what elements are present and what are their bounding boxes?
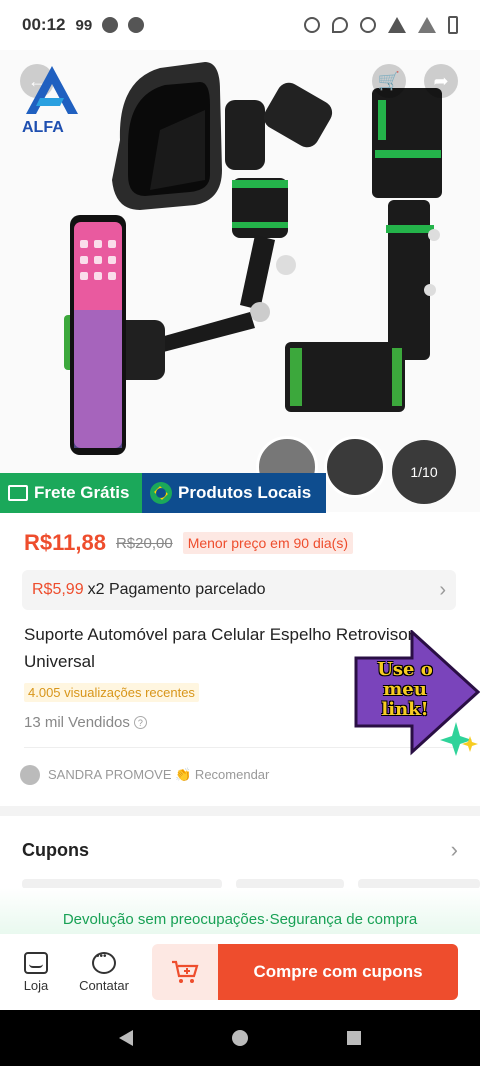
mirror-shape — [112, 62, 222, 210]
use-my-link-sticker[interactable]: Use o meu link! — [352, 630, 480, 760]
original-price: R$20,00 — [115, 534, 173, 552]
buy-with-coupons-label: Compre com cupons — [253, 962, 423, 981]
coupons-row[interactable]: Cupons › — [0, 826, 480, 874]
nav-back-icon[interactable] — [119, 1030, 134, 1046]
wifi-icon — [388, 17, 406, 33]
sold-count-text: 13 mil Vendidos — [24, 714, 130, 731]
recommender-row[interactable]: SANDRA PROMOVE 👏 Recomendar — [20, 765, 269, 785]
installment-price: R$5,99 — [32, 581, 84, 598]
store-icon — [24, 951, 48, 974]
app-notification-icon — [128, 17, 145, 33]
thumbnail-counter[interactable]: 1/10 — [392, 440, 456, 504]
info-icon[interactable]: ? — [133, 716, 147, 729]
cart-button[interactable]: 🛒 — [372, 64, 406, 98]
notification-count: 99 — [75, 16, 93, 34]
bottom-action-bar: Loja Contatar Compre com cupons — [0, 934, 480, 1010]
guarantee-banner: Devolução sem preocupações·Segurança de … — [0, 888, 480, 934]
guarantee-text: Devolução sem preocupações·Segurança de … — [62, 911, 418, 928]
ticket-icon — [8, 485, 28, 501]
add-to-cart-button[interactable] — [152, 944, 218, 1000]
shipping-badges: Frete Grátis Produtos Locais — [0, 473, 326, 513]
chat-button[interactable]: Contatar — [66, 951, 142, 993]
nav-home-icon[interactable] — [231, 1030, 248, 1046]
alarm-icon — [304, 17, 320, 33]
chat-label: Contatar — [79, 977, 129, 993]
brazil-flag-icon — [150, 482, 172, 504]
coupons-title: Cupons — [22, 839, 89, 860]
cart-icon: 🛒 — [377, 70, 401, 91]
current-price: R$11,88 — [24, 530, 106, 555]
avatar — [20, 765, 40, 785]
free-shipping-label: Frete Grátis — [34, 483, 130, 502]
nav-recents-icon[interactable] — [346, 1031, 361, 1045]
recommender-text: SANDRA PROMOVE 👏 Recomendar — [48, 767, 270, 782]
svg-text:ALFA: ALFA — [22, 119, 64, 134]
image-counter-text: 1/10 — [410, 464, 438, 480]
share-icon: ➦ — [433, 70, 449, 91]
installment-text: x2 Pagamento parcelado — [87, 581, 266, 598]
sold-count: 13 mil Vendidos ? — [24, 714, 147, 731]
free-shipping-badge: Frete Grátis — [0, 473, 142, 513]
section-separator — [0, 806, 480, 816]
local-products-badge: Produtos Locais — [142, 473, 326, 513]
installment-row[interactable]: R$5,99 x2 Pagamento parcelado › — [22, 570, 456, 610]
buy-with-coupons-button[interactable]: Compre com cupons — [218, 944, 458, 1000]
chat-icon — [92, 951, 116, 974]
recent-views-badge: 4.005 visualizações recentes — [24, 683, 199, 702]
price-row: R$11,88 R$20,00 Menor preço em 90 dia(s) — [24, 530, 353, 556]
local-products-label: Produtos Locais — [178, 483, 312, 502]
data-saver-icon — [360, 17, 376, 33]
share-button[interactable]: ➦ — [424, 64, 458, 98]
motorola-icon — [102, 17, 119, 33]
chevron-right-icon: › — [450, 837, 458, 862]
store-button[interactable]: Loja — [6, 951, 66, 993]
battery-icon — [448, 16, 458, 34]
phone-shape — [70, 215, 126, 455]
product-image-gallery[interactable]: ← 🛒 ➦ ALFA 1/10 — [0, 50, 480, 512]
store-label: Loja — [23, 977, 49, 993]
alfa-logo: ALFA — [22, 66, 78, 134]
sticker-text: Use o meu link! — [377, 659, 433, 720]
signal-icon — [418, 17, 436, 33]
lowest-price-tag: Menor preço em 90 dia(s) — [182, 532, 353, 554]
location-icon — [332, 17, 348, 33]
system-navigation-bar — [0, 1010, 480, 1066]
status-bar: 00:12 99 — [0, 0, 480, 50]
thumbnail-2[interactable] — [324, 436, 386, 498]
add-to-cart-icon — [172, 960, 199, 983]
chevron-right-icon: › — [439, 578, 446, 601]
status-time: 00:12 — [22, 15, 66, 34]
